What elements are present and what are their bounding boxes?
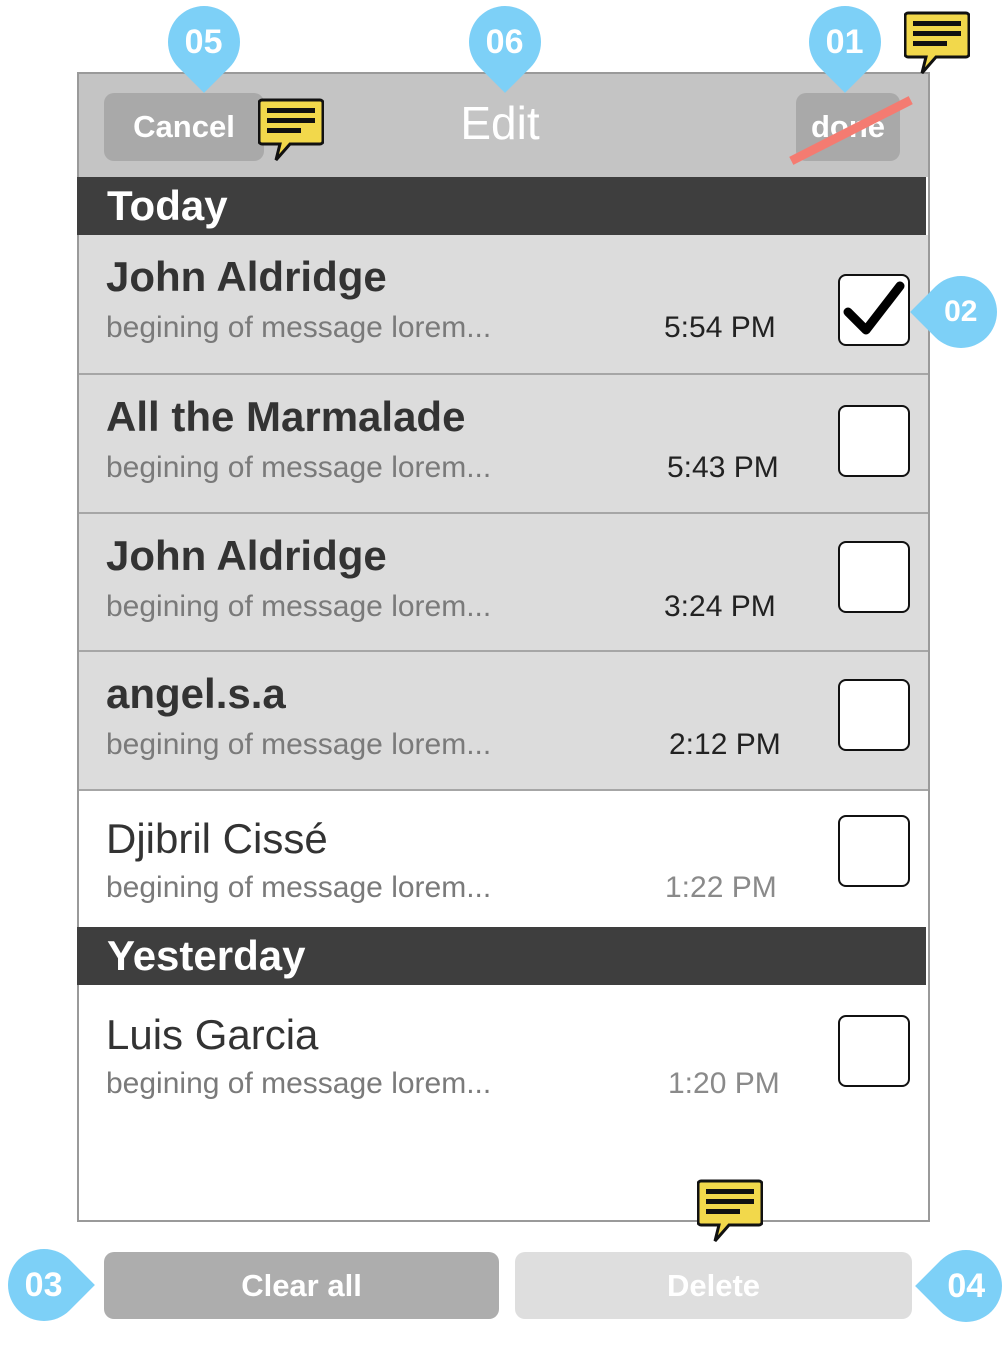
checkmark-icon [843, 281, 905, 335]
message-row[interactable]: Djibril Cissé begining of message lorem.… [79, 791, 928, 927]
message-sender: John Aldridge [106, 532, 387, 579]
select-checkbox[interactable] [838, 541, 910, 613]
message-row[interactable]: All the Marmalade begining of message lo… [79, 375, 928, 514]
message-sender: All the Marmalade [106, 393, 466, 440]
message-sender: John Aldridge [106, 253, 387, 300]
message-preview: begining of message lorem... [106, 1067, 492, 1100]
select-checkbox[interactable] [838, 679, 910, 751]
section-header-today: Today [77, 177, 926, 235]
message-sender: Djibril Cissé [106, 815, 328, 862]
message-time: 1:20 PM [668, 1067, 780, 1100]
section-header-yesterday: Yesterday [77, 927, 926, 985]
message-preview: begining of message lorem... [106, 451, 492, 484]
message-time: 5:54 PM [664, 311, 776, 344]
message-row[interactable]: John Aldridge begining of message lorem.… [79, 235, 928, 375]
message-row[interactable]: John Aldridge begining of message lorem.… [79, 514, 928, 652]
message-sender: Luis Garcia [106, 1011, 319, 1058]
select-checkbox[interactable] [838, 1015, 910, 1087]
message-preview: begining of message lorem... [106, 311, 492, 344]
message-preview: begining of message lorem... [106, 728, 492, 761]
cancel-button[interactable]: Cancel [104, 93, 264, 161]
comment-note-icon [258, 98, 324, 161]
select-checkbox[interactable] [838, 815, 910, 887]
message-time: 3:24 PM [664, 590, 776, 623]
message-preview: begining of message lorem... [106, 871, 492, 904]
delete-button[interactable]: Delete [515, 1252, 912, 1319]
message-row[interactable]: Luis Garcia begining of message lorem...… [79, 985, 928, 1125]
message-time: 5:43 PM [667, 451, 779, 484]
comment-note-icon [904, 11, 970, 74]
message-time: 2:12 PM [669, 728, 781, 761]
page-title: Edit [460, 97, 540, 149]
message-sender: angel.s.a [106, 670, 286, 717]
message-row[interactable]: angel.s.a begining of message lorem... 2… [79, 652, 928, 791]
select-checkbox[interactable] [838, 274, 910, 346]
comment-note-icon [697, 1179, 763, 1242]
clear-all-button[interactable]: Clear all [104, 1252, 499, 1319]
select-checkbox[interactable] [838, 405, 910, 477]
message-time: 1:22 PM [665, 871, 777, 904]
message-preview: begining of message lorem... [106, 590, 492, 623]
